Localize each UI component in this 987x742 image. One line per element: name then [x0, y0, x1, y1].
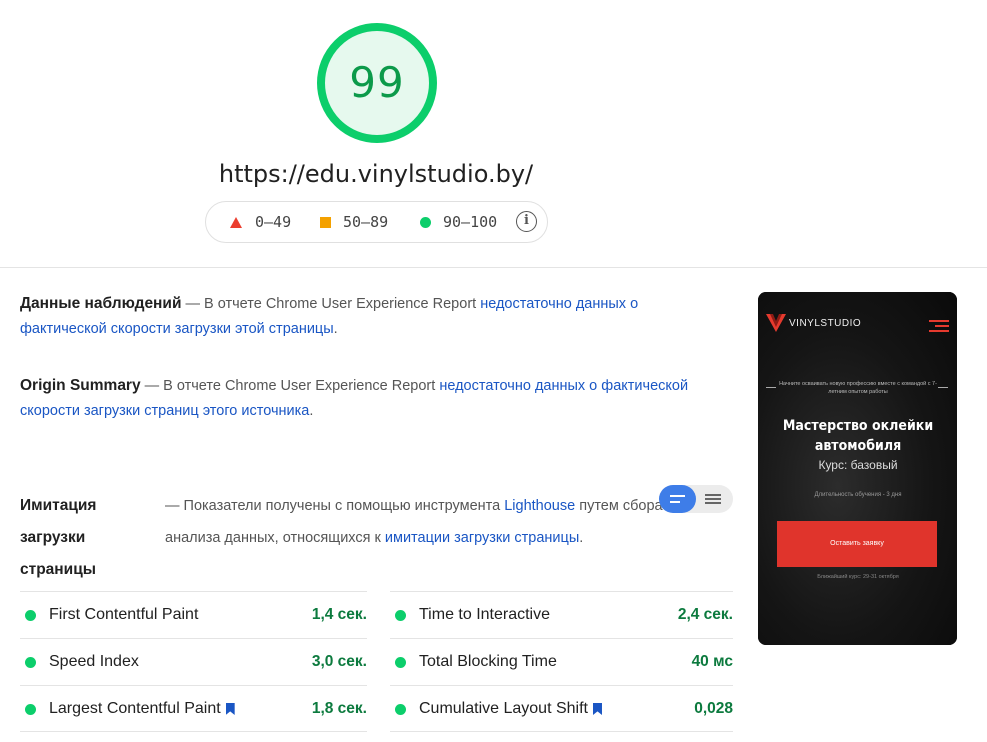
legend-fail: 0–49 [230, 202, 291, 242]
compact-view-button[interactable] [659, 485, 696, 513]
metrics-bottom-divider [390, 731, 733, 732]
metric-label: Largest Contentful Paint [49, 700, 221, 717]
screenshot-logo-text: VINYLSTUDIO [789, 317, 862, 329]
legend-pass-label: 90–100 [443, 213, 498, 231]
lab-data-end: . [579, 530, 584, 546]
legend-average-label: 50–89 [343, 213, 389, 231]
field-data-title: Данные наблюдений [20, 295, 182, 312]
pass-circle-icon [395, 609, 406, 621]
circle-icon [420, 216, 431, 228]
bookmark-icon[interactable] [225, 703, 235, 715]
lab-data-title: Имитация загрузки страницы [20, 497, 97, 578]
performance-score-gauge: 99 [316, 22, 438, 144]
legend-fail-label: 0–49 [255, 213, 292, 231]
screenshot-logo: VINYLSTUDIO [766, 314, 861, 332]
metric-label: Speed Index [49, 653, 139, 670]
header-divider [0, 267, 987, 268]
legend-pass: 90–100 [420, 202, 497, 242]
screenshot-subheading: Курс: базовый [818, 458, 898, 472]
screenshot-tagline: Начните осваивать новую профессию вместе… [779, 381, 937, 395]
final-screenshot[interactable]: VINYLSTUDIO Начните осваивать новую проф… [758, 292, 957, 645]
compact-view-icon [670, 495, 685, 497]
field-data-text: — В отчете Chrome User Experience Report [181, 296, 481, 312]
screenshot-duration: Длительность обучения - 3 дня [814, 492, 902, 498]
pass-circle-icon [25, 656, 36, 668]
pass-circle-icon [25, 703, 36, 715]
lab-data-description: — Показатели получены с помощью инструме… [165, 490, 685, 554]
pass-circle-icon [25, 609, 36, 621]
metric-value: 1,8 сек. [311, 700, 367, 717]
slider-next-icon [938, 387, 948, 388]
score-legend: 0–49 50–89 90–100 i [205, 201, 548, 243]
compact-view-icon-line [670, 501, 680, 503]
hamburger-line [929, 320, 949, 322]
legend-average: 50–89 [320, 202, 388, 242]
metric-label: First Contentful Paint [49, 606, 199, 623]
metric-largest-contentful-paint: Largest Contentful Paint 1,8 сек. [20, 685, 367, 732]
metric-label: Time to Interactive [419, 606, 551, 623]
origin-summary-section: Origin Summary — В отчете Chrome User Ex… [20, 373, 710, 424]
origin-summary-text: — В отчете Chrome User Experience Report [140, 378, 440, 394]
triangle-icon [230, 216, 242, 228]
metric-speed-index: Speed Index 3,0 сек. [20, 638, 367, 685]
pass-circle-icon [395, 656, 406, 668]
expanded-view-icon [705, 494, 721, 496]
metric-value: 2,4 сек. [677, 606, 733, 623]
metric-cumulative-layout-shift: Cumulative Layout Shift 0,028 [390, 685, 733, 732]
metric-label: Cumulative Layout Shift [419, 700, 588, 717]
score-value: 99 [349, 58, 405, 107]
hamburger-line [929, 330, 949, 332]
screenshot-heading: Мастерство оклейки автомобиля [782, 418, 934, 454]
metric-value: 1,4 сек. [311, 606, 367, 623]
metric-value: 0,028 [694, 700, 733, 717]
field-data-end: . [333, 321, 338, 337]
info-icon[interactable]: i [516, 211, 537, 232]
metric-value: 3,0 сек. [311, 653, 367, 670]
vinyl-logo-icon [766, 314, 786, 332]
origin-summary-end: . [309, 403, 314, 419]
simulated-load-link[interactable]: имитации загрузки страницы [385, 530, 579, 546]
metric-first-contentful-paint: First Contentful Paint 1,4 сек. [20, 591, 367, 638]
metrics-bottom-divider [20, 731, 367, 732]
metric-total-blocking-time: Total Blocking Time 40 мс [390, 638, 733, 685]
tested-url: https://edu.vinylstudio.by/ [218, 160, 534, 188]
pass-circle-icon [395, 703, 406, 715]
metrics-view-toggle[interactable] [659, 485, 733, 513]
metric-value: 40 мс [691, 653, 733, 670]
expanded-view-icon-line [705, 498, 721, 500]
bookmark-icon[interactable] [592, 703, 602, 715]
lighthouse-link[interactable]: Lighthouse [504, 498, 575, 514]
hamburger-line [935, 325, 949, 327]
square-icon [320, 216, 331, 228]
metric-label: Total Blocking Time [419, 653, 557, 670]
origin-summary-title: Origin Summary [20, 377, 141, 394]
expanded-view-icon-line [705, 502, 721, 504]
screenshot-footer: Ближайший курс: 29-31 октября [817, 574, 899, 580]
metric-time-to-interactive: Time to Interactive 2,4 сек. [390, 591, 733, 638]
lab-data-text-before: — Показатели получены с помощью инструме… [165, 498, 505, 514]
screenshot-cta-button: Оставить заявку [777, 521, 937, 567]
slider-prev-icon [766, 387, 776, 388]
field-data-section: Данные наблюдений — В отчете Chrome User… [20, 291, 710, 342]
